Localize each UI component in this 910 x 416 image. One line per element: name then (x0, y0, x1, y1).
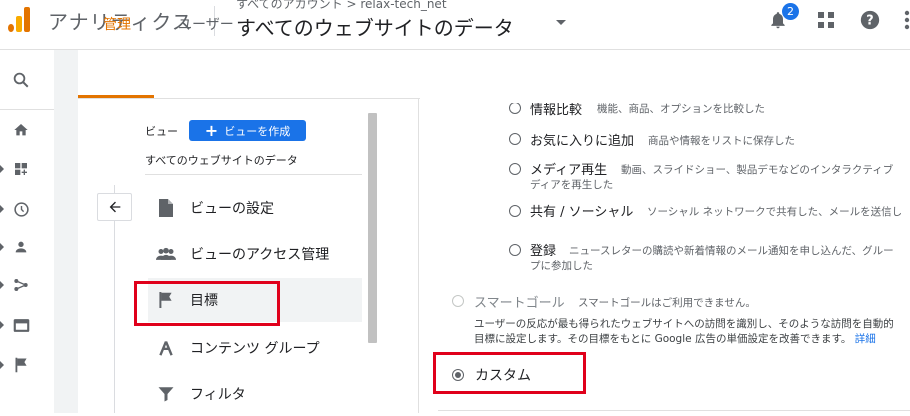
active-tab-indicator (78, 95, 154, 98)
caret-down-icon[interactable] (556, 20, 566, 25)
apps-grid-icon[interactable] (814, 8, 838, 32)
notification-badge: 2 (782, 3, 799, 20)
expand-caret-icon[interactable] (0, 321, 4, 329)
smart-goal-info-line2: 目標に設定します。その目標をもとに Google 広告の単価設定を改善できます。… (474, 331, 876, 346)
bottom-divider (438, 410, 910, 411)
option-desc-cont: ディアを再生した (530, 179, 614, 191)
more-vert-icon[interactable] (895, 8, 910, 32)
radio-favorites[interactable] (509, 133, 521, 145)
create-view-label: ビューを作成 (224, 124, 291, 138)
option-desc: ニュースレターの購読や新着情報のメール通知を申し込んだ、グルー (569, 245, 894, 257)
expand-caret-icon[interactable] (0, 205, 4, 213)
conversions-flag-icon[interactable] (12, 356, 30, 374)
top-header: アナリティクス すべてのアカウント > relax-tech_net すべてのウ… (0, 0, 910, 50)
option-desc: 商品や情報をリストに保存した (648, 135, 795, 147)
left-divider (145, 174, 362, 175)
filter-icon (156, 384, 176, 404)
radio-smart-goal[interactable] (452, 295, 464, 307)
option-title: 登録 (530, 244, 557, 259)
clock-icon[interactable] (12, 200, 30, 218)
document-icon (156, 198, 176, 218)
option-desc-cont: プに参加した (530, 260, 593, 272)
behavior-icon[interactable] (12, 316, 30, 334)
highlight-box-goals (134, 281, 280, 326)
analytics-logo[interactable] (8, 6, 32, 32)
svg-text:?: ? (866, 14, 873, 29)
column-divider (418, 98, 419, 413)
radio-share-social[interactable] (509, 205, 521, 217)
option-title: メディア再生 (530, 163, 608, 178)
home-icon[interactable] (12, 121, 30, 139)
back-line (114, 221, 115, 413)
acquisition-icon[interactable] (12, 276, 30, 294)
menu-item-view-settings[interactable]: ビューの設定 (148, 186, 362, 230)
expand-caret-icon[interactable] (0, 281, 4, 289)
view-selector[interactable]: すべてのウェブサイトのデータ (145, 152, 298, 168)
details-link[interactable]: 詳細 (855, 333, 876, 345)
left-nav-rail (0, 50, 54, 413)
smart-goal-desc: スマートゴールはご利用できません。 (578, 297, 756, 309)
scrollbar[interactable] (368, 113, 377, 343)
person-icon[interactable] (12, 238, 30, 256)
highlight-box-custom (433, 352, 586, 394)
smart-goal-title: スマートゴール (474, 296, 565, 311)
menu-item-filters[interactable]: フィルタ (148, 372, 362, 416)
plus-icon: + (204, 120, 219, 140)
tab-user[interactable]: ユーザー (178, 14, 234, 34)
menu-label: コンテンツ グループ (190, 341, 320, 357)
radio-compare[interactable] (509, 102, 521, 114)
menu-item-view-access[interactable]: ビューのアクセス管理 (148, 232, 362, 276)
radio-media-play[interactable] (509, 163, 521, 175)
clip-mask (420, 95, 910, 103)
content-group-icon (156, 338, 176, 358)
content-gutter (54, 50, 78, 413)
customization-icon[interactable] (12, 160, 30, 178)
expand-caret-icon[interactable] (0, 361, 4, 369)
expand-caret-icon[interactable] (0, 243, 4, 251)
property-selector[interactable]: すべてのウェブサイトのデータ (236, 12, 514, 41)
search-icon[interactable] (12, 71, 30, 89)
option-desc: 動画、スライドショー、製品デモなどのインタラクティブ (621, 164, 894, 176)
radio-register[interactable] (509, 244, 521, 256)
people-icon (156, 244, 176, 264)
admin-tabs (78, 50, 910, 99)
create-view-button[interactable]: + ビューを作成 (189, 120, 306, 141)
expand-caret-icon[interactable] (0, 165, 4, 173)
smart-goal-info-line1: ユーザーの反応が最も得られたウェブサイトへの訪問を識別し、そのような訪問を自動的 (474, 318, 894, 330)
option-title: 共有 / ソーシャル (530, 205, 634, 220)
smart-goal-info-text: 目標に設定します。その目標をもとに Google 広告の単価設定を改善できます。 (474, 333, 852, 345)
breadcrumb[interactable]: すべてのアカウント > relax-tech_net (236, 0, 447, 12)
option-desc: ソーシャル ネットワークで共有した、メールを送信し (647, 206, 903, 218)
arrow-left-icon (109, 201, 120, 213)
view-label: ビュー (145, 125, 178, 138)
menu-label: ビューのアクセス管理 (190, 247, 330, 263)
menu-label: ビューの設定 (190, 201, 274, 217)
rail-divider (0, 109, 54, 110)
help-icon[interactable]: ? (858, 8, 882, 32)
menu-item-content-groups[interactable]: コンテンツ グループ (148, 326, 362, 370)
option-desc: 機能、商品、オプションを比較した (597, 103, 765, 115)
menu-label: フィルタ (190, 387, 246, 403)
back-button[interactable] (97, 193, 132, 221)
tab-admin[interactable]: 管理 (103, 14, 131, 34)
option-title: お気に入りに追加 (530, 134, 635, 149)
